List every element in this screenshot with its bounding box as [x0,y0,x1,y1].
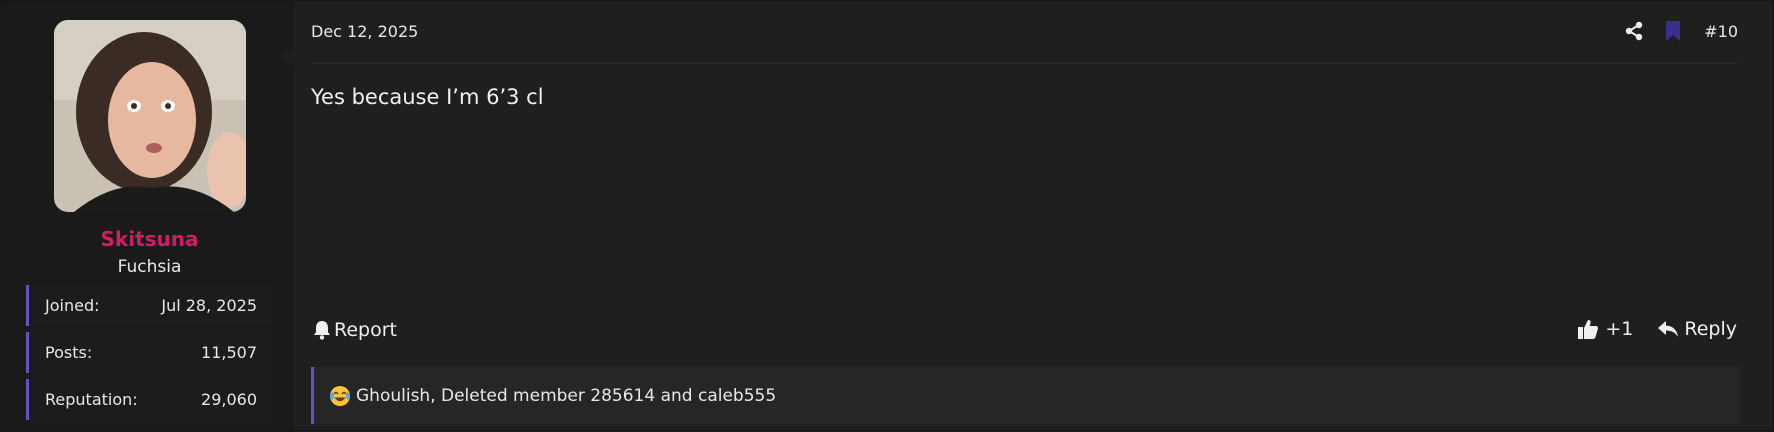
post-footer-actions: +1 Reply [1577,318,1737,340]
stat-label: Posts: [45,343,93,362]
reactions-bar[interactable]: Ghoulish, Deleted member 285614 and cale… [311,367,1740,424]
user-title: Fuchsia [117,257,182,277]
user-info-column: Skitsuna Fuchsia Joined: Jul 28, 2025 Po… [1,1,294,432]
stat-reputation: Reputation: 29,060 [26,379,272,420]
share-icon[interactable] [1624,21,1644,41]
bell-icon [313,320,331,340]
stat-label: Reputation: [45,390,138,409]
reply-arrow-icon [1657,319,1679,339]
post-message: Yes because I’m 6’3 cl [311,85,544,109]
forum-post: Skitsuna Fuchsia Joined: Jul 28, 2025 Po… [0,0,1774,432]
avatar-image [54,20,246,212]
post-number[interactable]: #10 [1704,22,1738,41]
stat-label: Joined: [45,296,100,315]
report-button[interactable]: Report [313,319,397,341]
stat-value[interactable]: 11,507 [201,343,257,362]
post-header-actions: #10 [1624,20,1738,42]
like-count: +1 [1605,318,1634,340]
bookmark-icon[interactable] [1665,20,1681,42]
report-label: Report [334,319,397,341]
stat-value: Jul 28, 2025 [161,296,257,315]
reply-button[interactable]: Reply [1657,318,1737,340]
username[interactable]: Skitsuna [1,227,298,251]
post-date[interactable]: Dec 12, 2025 [311,22,418,41]
reactions-text[interactable]: Ghoulish, Deleted member 285614 and cale… [356,386,776,406]
thumbs-up-icon [1577,318,1599,340]
header-divider [311,63,1740,64]
reply-label: Reply [1684,318,1737,340]
avatar[interactable] [54,20,246,212]
post-pointer-arrow [279,47,294,67]
stat-posts: Posts: 11,507 [26,332,272,373]
crying-laughing-emoji-icon [329,385,351,407]
stat-value: 29,060 [201,390,257,409]
like-button[interactable]: +1 [1577,318,1633,340]
stat-joined: Joined: Jul 28, 2025 [26,285,272,326]
